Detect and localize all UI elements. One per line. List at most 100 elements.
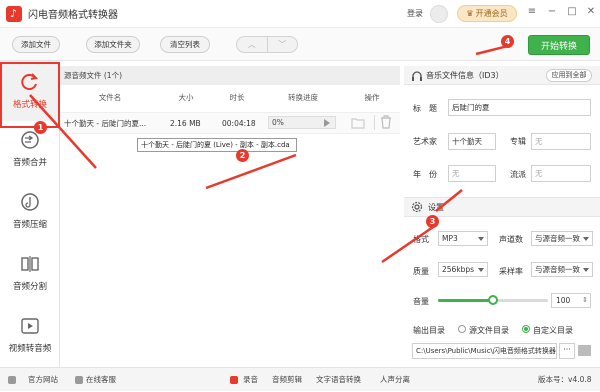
tool-edit[interactable]: 音频剪辑 xyxy=(272,368,302,392)
col-size: 大小 xyxy=(178,93,194,102)
custom-dir-radio[interactable] xyxy=(522,325,530,333)
sidebar-item-compress[interactable]: 音频压缩 xyxy=(0,181,60,241)
open-folder-icon[interactable] xyxy=(578,345,591,356)
settings-title: 设置 xyxy=(428,203,444,212)
tool-vocal[interactable]: 人声分离 xyxy=(380,368,410,392)
source-dir-radio[interactable] xyxy=(458,325,466,333)
album-input[interactable]: 无 xyxy=(531,133,591,150)
title-input[interactable]: 后陡门的夏 xyxy=(448,99,591,116)
file-name: 十个勤天 - 后陡门的夏... xyxy=(64,119,147,128)
file-size: 2.16 MB xyxy=(170,119,201,128)
file-list-header: 源音频文件 (1个) xyxy=(60,66,400,85)
tool-record[interactable]: 录音 xyxy=(243,368,258,392)
col-filename: 文件名 xyxy=(98,93,122,102)
folder-icon[interactable] xyxy=(351,116,365,129)
title-label: 标 题 xyxy=(413,104,437,113)
browse-button[interactable]: ··· xyxy=(559,343,575,359)
delete-icon[interactable] xyxy=(380,115,392,129)
year-label: 年 份 xyxy=(413,170,437,179)
annotation-badge-1: 1 xyxy=(34,121,47,134)
sidebar-item-video[interactable]: 视频转音频 xyxy=(0,305,60,365)
crown-icon: ♛ xyxy=(466,9,474,18)
col-progress: 转换进度 xyxy=(288,93,318,102)
sidebar-label: 音频合并 xyxy=(12,158,47,168)
output-label: 输出目录 xyxy=(413,326,445,335)
apply-all-button[interactable]: 应用到全部 xyxy=(546,69,592,82)
annotation-badge-3: 3 xyxy=(426,215,439,228)
version-label: 版本号：v4.0.8 xyxy=(538,375,592,384)
annotation-badge-2: 2 xyxy=(236,149,249,162)
move-down-button[interactable]: ﹀ xyxy=(268,37,298,52)
divider xyxy=(374,115,375,130)
album-label: 专辑 xyxy=(510,137,526,146)
samplerate-label: 采样率 xyxy=(499,267,523,276)
year-input[interactable]: 无 xyxy=(448,165,496,182)
sidebar-label: 视频转音频 xyxy=(8,344,52,354)
genre-label: 流派 xyxy=(510,170,526,179)
channels-select[interactable]: 与源音频一致 xyxy=(531,231,593,246)
volume-label: 音量 xyxy=(413,297,429,306)
output-path-input[interactable]: C:\Users\Public\Music\闪电音频格式转换器 xyxy=(412,343,557,359)
gear-icon xyxy=(411,201,423,213)
start-convert-button[interactable]: 开始转换 xyxy=(528,35,590,55)
id3-title: 音乐文件信息（ID3） xyxy=(426,71,504,80)
table-row[interactable]: 十个勤天 - 后陡门的夏... 2.16 MB 00:04:18 xyxy=(60,112,400,134)
app-logo xyxy=(6,5,22,22)
sidebar: 格式转换 音频合并 音频压缩 音频分割 视频转音频 xyxy=(0,61,60,367)
col-duration: 时长 xyxy=(229,93,245,102)
minimize-icon[interactable]: − xyxy=(545,6,559,17)
vip-label: 开通会员 xyxy=(475,9,508,18)
clear-list-button[interactable]: 清空列表 xyxy=(160,36,210,53)
play-icon[interactable] xyxy=(324,119,330,127)
split-icon xyxy=(21,256,39,272)
source-dir-label: 源文件目录 xyxy=(469,326,509,335)
convert-icon xyxy=(21,73,39,91)
artist-label: 艺术家 xyxy=(413,137,437,146)
format-select[interactable]: MP3 xyxy=(438,231,488,246)
col-actions: 操作 xyxy=(364,93,380,102)
tool-tts[interactable]: 文字语音转换 xyxy=(316,368,361,392)
artist-input[interactable]: 十个勤天 xyxy=(448,133,496,150)
file-duration: 00:04:18 xyxy=(222,119,256,128)
app-title: 闪电音频格式转换器 xyxy=(28,10,118,21)
quality-label: 质量 xyxy=(413,267,429,276)
maximize-icon[interactable]: □ xyxy=(565,6,579,17)
compress-icon xyxy=(21,193,39,211)
filename-tooltip: 十个勤天 - 后陡门的夏 (Live) - 副本 - 副本.cda xyxy=(137,138,297,152)
video-icon xyxy=(21,318,39,334)
channels-label: 声道数 xyxy=(499,235,523,244)
login-link[interactable]: 登录 xyxy=(407,8,423,19)
website-link[interactable]: 官方网站 xyxy=(28,368,58,392)
sidebar-item-convert[interactable]: 格式转换 xyxy=(0,61,60,121)
sidebar-label: 音频压缩 xyxy=(12,220,47,230)
sidebar-label: 格式转换 xyxy=(12,100,47,110)
annotation-badge-4: 4 xyxy=(501,35,514,48)
avatar[interactable] xyxy=(430,5,448,23)
add-folder-button[interactable]: 添加文件夹 xyxy=(86,36,140,53)
genre-input[interactable]: 无 xyxy=(531,165,591,182)
volume-stepper[interactable]: 100 xyxy=(551,293,591,308)
record-icon xyxy=(230,376,238,384)
vip-button[interactable]: ♛ 开通会员 xyxy=(457,5,517,22)
add-file-button[interactable]: 添加文件 xyxy=(12,36,60,53)
settings-section-header: 设置 xyxy=(404,197,600,217)
headphones-icon xyxy=(412,71,422,81)
home-icon xyxy=(8,376,16,384)
chat-icon xyxy=(75,376,83,384)
format-label: 格式 xyxy=(413,235,429,244)
sidebar-item-merge[interactable]: 音频合并 xyxy=(0,119,60,179)
samplerate-select[interactable]: 与源音频一致 xyxy=(531,262,593,277)
move-up-button[interactable]: ︿ xyxy=(237,37,268,52)
status-bar: 官方网站 在线客服 录音 音频剪辑 文字语音转换 人声分离 版本号：v4.0.8 xyxy=(0,367,600,391)
close-icon[interactable]: ✕ xyxy=(584,6,598,17)
custom-dir-label: 自定义目录 xyxy=(533,326,573,335)
support-link[interactable]: 在线客服 xyxy=(86,368,116,392)
volume-knob[interactable] xyxy=(488,295,498,305)
sidebar-item-split[interactable]: 音频分割 xyxy=(0,243,60,303)
sidebar-label: 音频分割 xyxy=(12,282,47,292)
reorder-buttons: ︿ ﹀ xyxy=(236,36,298,53)
menu-icon[interactable]: ≡ xyxy=(525,6,539,17)
arrow-2 xyxy=(205,153,297,190)
quality-select[interactable]: 256kbps xyxy=(438,262,488,277)
volume-fill xyxy=(438,299,493,302)
